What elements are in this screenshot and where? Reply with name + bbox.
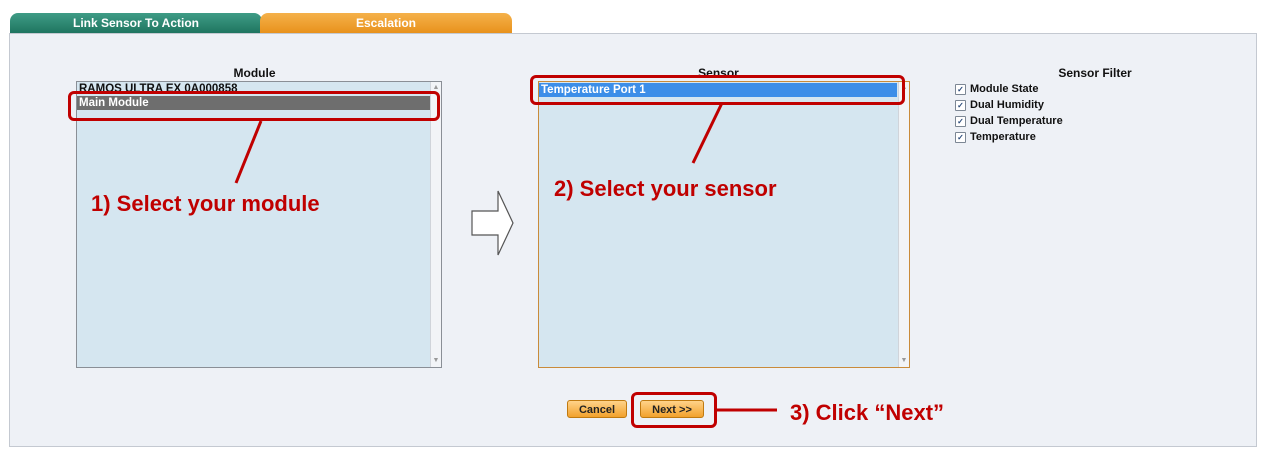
next-highlight xyxy=(631,392,717,428)
annotation-step2: 2) Select your sensor xyxy=(554,176,777,201)
sensor-highlight xyxy=(530,75,905,105)
annotation-lines xyxy=(234,102,777,412)
annotation-step3: 3) Click “Next” xyxy=(790,400,945,425)
annotation-step1: 1) Select your module xyxy=(91,191,320,216)
